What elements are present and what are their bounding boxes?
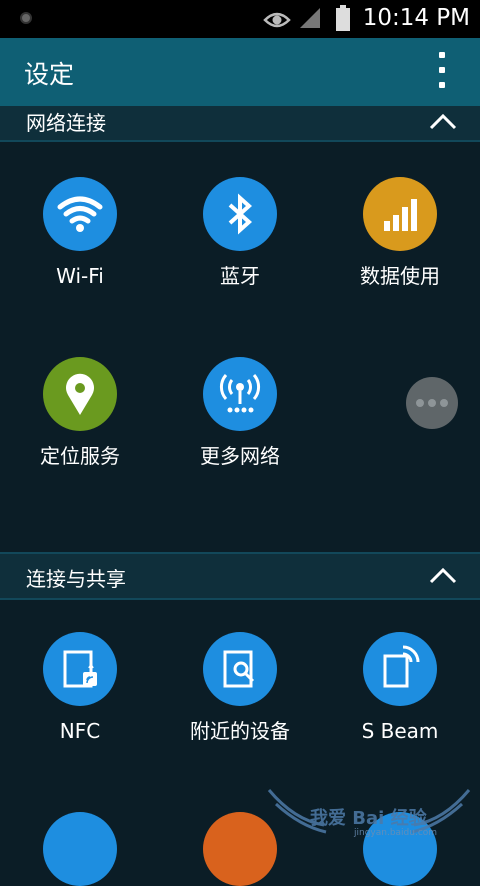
watermark-text: 我爱 Bai 经验 [310,808,427,829]
grid-item-partial-1[interactable] [43,812,117,886]
battery-icon [336,5,350,31]
grid-item-data-usage[interactable]: 数据使用 [320,177,480,289]
grid-item-label: 蓝牙 [220,264,260,288]
section-header-network[interactable]: 网络连接 [0,106,480,142]
grid-item-label: Wi-Fi [56,264,104,288]
grid-item-label: S Beam [361,719,439,743]
more-options-button[interactable] [406,377,458,429]
grid-item-wifi[interactable]: Wi-Fi [0,177,160,289]
grid-item-s-beam[interactable]: S Beam [320,632,480,744]
section-title: 网络连接 [26,111,106,135]
wifi-icon [57,196,103,232]
grid-item-bluetooth[interactable]: 蓝牙 [160,177,320,289]
nearby-devices-icon [223,650,255,688]
location-icon [66,373,94,415]
grid-item-label: 数据使用 [360,264,440,288]
notification-dot-icon [20,12,32,24]
grid-item-nearby-devices[interactable]: 附近的设备 [160,632,320,744]
status-bar: 10:14 PM [0,0,480,38]
grid-item-label: 附近的设备 [190,719,290,743]
s-beam-icon [383,645,420,688]
grid-item-nfc[interactable]: NFC [0,632,160,744]
more-networks-icon [219,374,261,413]
grid-item-label: NFC [59,719,101,743]
section-header-connect-share[interactable]: 连接与共享 [0,552,480,600]
grid-item-label: 更多网络 [200,444,280,468]
watermark: 我爱 Bai 经验 jingyan.baidu.com [264,780,474,850]
watermark-subtext: jingyan.baidu.com [354,828,438,838]
data-usage-icon [384,199,417,231]
grid-item-label: 定位服务 [40,444,120,468]
signal-icon [300,8,320,28]
nfc-icon [63,650,97,688]
overflow-menu-icon[interactable] [438,52,446,92]
grid-item-location[interactable]: 定位服务 [0,357,160,469]
app-bar: 设定 [0,38,480,106]
page-title: 设定 [24,60,75,89]
bluetooth-icon [228,193,253,235]
grid-item-more-networks[interactable]: 更多网络 [160,357,320,469]
clock: 10:14 PM [362,5,470,31]
section-title: 连接与共享 [26,567,126,591]
chevron-up-icon[interactable] [428,112,458,132]
chevron-up-icon[interactable] [428,566,458,586]
eye-icon [263,12,291,28]
